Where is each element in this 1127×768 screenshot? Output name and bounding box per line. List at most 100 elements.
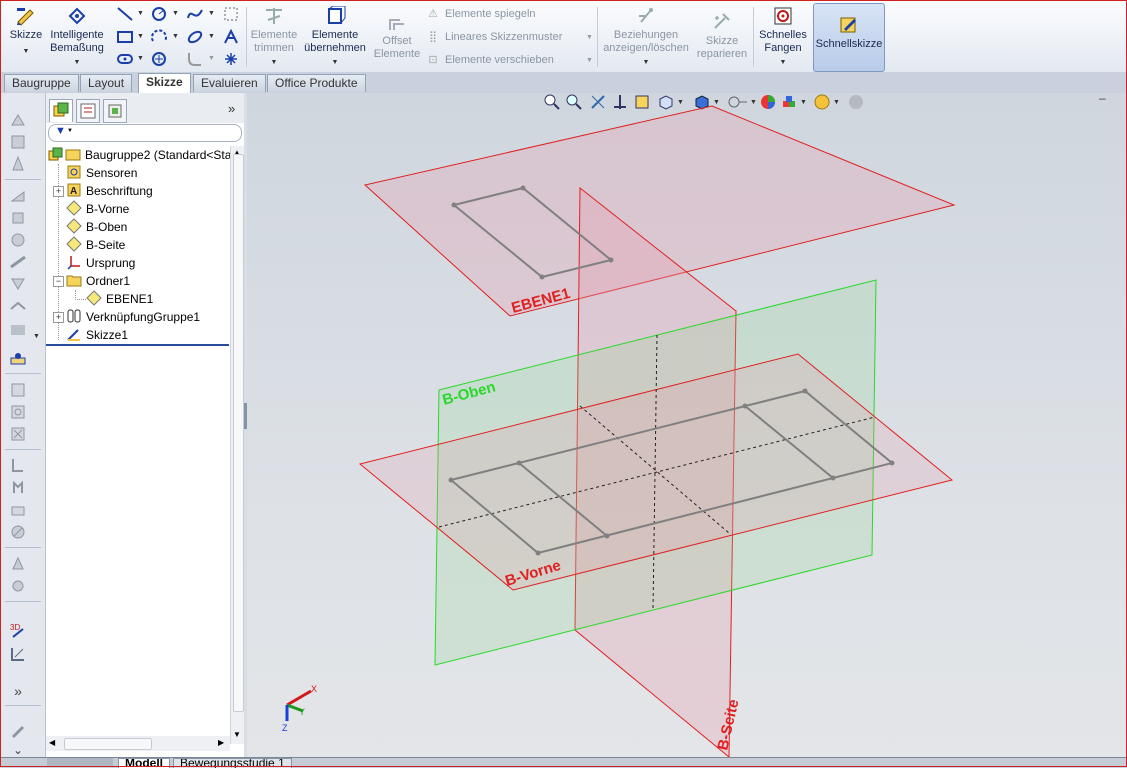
tree-item-sensoren[interactable]: Sensoren bbox=[66, 164, 137, 182]
chevron-down-icon[interactable]: ▼ bbox=[586, 57, 593, 64]
offset-entities-button[interactable]: Offset Elemente bbox=[373, 10, 421, 61]
collapse-toggle-ordner1[interactable]: − bbox=[53, 276, 64, 287]
scroll-thumb[interactable] bbox=[64, 738, 152, 750]
slot-tool-icon[interactable] bbox=[117, 51, 133, 67]
tree-item-ordner1[interactable]: Ordner1 bbox=[66, 272, 130, 290]
tab-layout[interactable]: Layout bbox=[80, 74, 133, 92]
rollback-bar[interactable] bbox=[46, 344, 229, 346]
property-manager-tab[interactable] bbox=[76, 99, 100, 123]
expand-toggle-verknuepfung[interactable]: + bbox=[53, 312, 64, 323]
spline-tool-icon[interactable] bbox=[187, 6, 203, 22]
chevron-down-icon[interactable]: ▼ bbox=[137, 33, 144, 40]
edit-sketch-icon[interactable] bbox=[9, 645, 27, 663]
display-style-icon[interactable] bbox=[9, 321, 27, 339]
horizontal-scrollbar[interactable]: ◀ ▶ bbox=[46, 736, 230, 751]
feature-filter[interactable]: ▼ ▼ bbox=[48, 124, 242, 142]
repair-sketch-button[interactable]: Skizze reparieren bbox=[695, 10, 749, 61]
feature-tree-tab[interactable] bbox=[49, 99, 73, 122]
chevron-down-icon[interactable]: ▼ bbox=[33, 333, 40, 340]
tree-item-ursprung[interactable]: Ursprung bbox=[66, 254, 135, 272]
assembly-feature-icon[interactable] bbox=[9, 381, 27, 399]
instant3d-icon[interactable] bbox=[9, 501, 27, 519]
expand-toggle-beschriftung[interactable]: + bbox=[53, 186, 64, 197]
3d-sketch-icon[interactable]: 3D bbox=[9, 621, 27, 639]
mate-icon[interactable] bbox=[9, 133, 27, 151]
chevron-down-icon[interactable]: ▼ bbox=[172, 33, 179, 40]
insert-component-icon[interactable] bbox=[9, 111, 27, 129]
component-pattern-icon[interactable] bbox=[9, 155, 27, 173]
tab-office-produkte[interactable]: Office Produkte bbox=[267, 74, 366, 92]
chevron-down-icon[interactable]: ▼ bbox=[137, 55, 144, 62]
scroll-left-icon[interactable]: ◀ bbox=[49, 738, 55, 747]
graphics-viewport[interactable]: ▼ ▼ ▼ ▼ ▼ – EBENE1 B-Oben B-Vorne B-Seit… bbox=[247, 93, 1126, 757]
polygon-tool-icon[interactable] bbox=[151, 51, 167, 67]
tree-item-b-seite[interactable]: B-Seite bbox=[66, 236, 125, 254]
sketch-line-icon[interactable] bbox=[9, 253, 27, 271]
explode-view-icon[interactable] bbox=[9, 231, 27, 249]
text-tool-icon[interactable] bbox=[223, 28, 239, 45]
tree-item-b-vorne[interactable]: B-Vorne bbox=[66, 200, 129, 218]
move-component-icon[interactable] bbox=[9, 187, 27, 205]
hide-show-icon[interactable] bbox=[9, 523, 27, 541]
ellipse-tool-icon[interactable] bbox=[187, 29, 203, 45]
rectangle-tool-icon[interactable] bbox=[117, 29, 133, 45]
chevron-down-icon[interactable]: ▼ bbox=[586, 34, 593, 41]
scroll-right-icon[interactable]: ▶ bbox=[218, 738, 224, 747]
chevron-down-icon[interactable]: ▼ bbox=[302, 56, 368, 69]
tab-skizze[interactable]: Skizze bbox=[138, 73, 191, 94]
construction-geometry-icon[interactable] bbox=[223, 6, 239, 22]
magnet-icon[interactable] bbox=[9, 577, 27, 595]
display-relations-button[interactable]: Beziehungen anzeigen/löschen ▼ bbox=[601, 4, 691, 69]
tools-icon[interactable] bbox=[9, 723, 27, 741]
interference-icon[interactable] bbox=[9, 275, 27, 293]
chevron-down-icon[interactable]: ▼ bbox=[601, 56, 691, 69]
tab-baugruppe[interactable]: Baugruppe bbox=[4, 74, 79, 92]
chevron-down-icon[interactable]: ▼ bbox=[137, 10, 144, 17]
expand-more-icon[interactable]: » bbox=[9, 683, 27, 701]
configuration-manager-tab[interactable] bbox=[103, 99, 127, 123]
chevron-down-icon[interactable]: ▼ bbox=[249, 56, 299, 69]
circle-tool-icon[interactable] bbox=[151, 6, 167, 22]
tab-evaluieren[interactable]: Evaluieren bbox=[193, 74, 266, 92]
chevron-down-icon[interactable]: ▼ bbox=[7, 45, 45, 58]
tab-scroll-buttons[interactable] bbox=[47, 758, 113, 767]
view-triad[interactable]: X Y Z bbox=[282, 684, 317, 733]
point-tool-icon[interactable] bbox=[223, 51, 239, 67]
new-motion-study-icon[interactable] bbox=[9, 425, 27, 443]
quick-sketch-button[interactable]: Schnellskizze bbox=[813, 3, 885, 72]
convert-entities-button[interactable]: Elemente übernehmen ▼ bbox=[302, 4, 368, 69]
chevron-down-icon[interactable]: ▼ bbox=[208, 55, 215, 62]
vertical-scrollbar[interactable]: ▲ ▼ bbox=[230, 146, 245, 744]
fillet-tool-icon[interactable] bbox=[187, 51, 203, 67]
scroll-thumb[interactable] bbox=[233, 154, 244, 712]
tree-root[interactable]: Baugruppe2 (Standard<Sta bbox=[48, 146, 231, 164]
exploded-line-icon[interactable] bbox=[9, 479, 27, 497]
trim-entities-button[interactable]: Elemente trimmen ▼ bbox=[249, 4, 299, 69]
scroll-down-icon[interactable]: ▼ bbox=[233, 730, 241, 739]
tree-item-skizze1[interactable]: Skizze1 bbox=[66, 326, 128, 344]
mirror-entities-item[interactable]: ⚠ Elemente spiegeln bbox=[426, 7, 535, 20]
tree-item-ebene1[interactable]: EBENE1 bbox=[86, 290, 153, 308]
line-tool-icon[interactable] bbox=[117, 6, 133, 22]
tree-item-beschriftung[interactable]: A Beschriftung bbox=[66, 182, 153, 200]
clearance-icon[interactable] bbox=[9, 297, 27, 315]
simulation-icon[interactable] bbox=[9, 555, 27, 573]
chevron-down-icon[interactable]: ▼ bbox=[757, 56, 809, 69]
expand-panel-icon[interactable]: » bbox=[228, 101, 235, 116]
chevron-down-icon[interactable]: ▼ bbox=[47, 56, 107, 69]
arc-tool-icon[interactable] bbox=[151, 29, 167, 45]
tree-item-b-oben[interactable]: B-Oben bbox=[66, 218, 127, 236]
linear-pattern-item[interactable]: ⣿ Lineares Skizzenmuster bbox=[426, 30, 562, 43]
sketch-button[interactable]: Skizze ▼ bbox=[7, 4, 45, 58]
chevron-down-icon[interactable]: ▼ bbox=[172, 10, 179, 17]
smart-dimension-button[interactable]: Intelligente Bemaßung ▼ bbox=[47, 4, 107, 69]
chevron-down-icon[interactable]: ▼ bbox=[208, 10, 215, 17]
smart-fasteners-icon[interactable] bbox=[9, 209, 27, 227]
quick-snaps-button[interactable]: Schnelles Fangen ▼ bbox=[757, 4, 809, 69]
reference-geometry-icon[interactable] bbox=[9, 403, 27, 421]
bill-of-materials-icon[interactable] bbox=[9, 457, 27, 475]
move-entities-item[interactable]: ⊡ Elemente verschieben bbox=[426, 53, 553, 66]
sketch-tool-icon[interactable] bbox=[9, 350, 27, 368]
tree-item-verknuepfung[interactable]: VerknüpfungGruppe1 bbox=[66, 308, 200, 326]
chevron-down-icon[interactable]: ▼ bbox=[208, 33, 215, 40]
